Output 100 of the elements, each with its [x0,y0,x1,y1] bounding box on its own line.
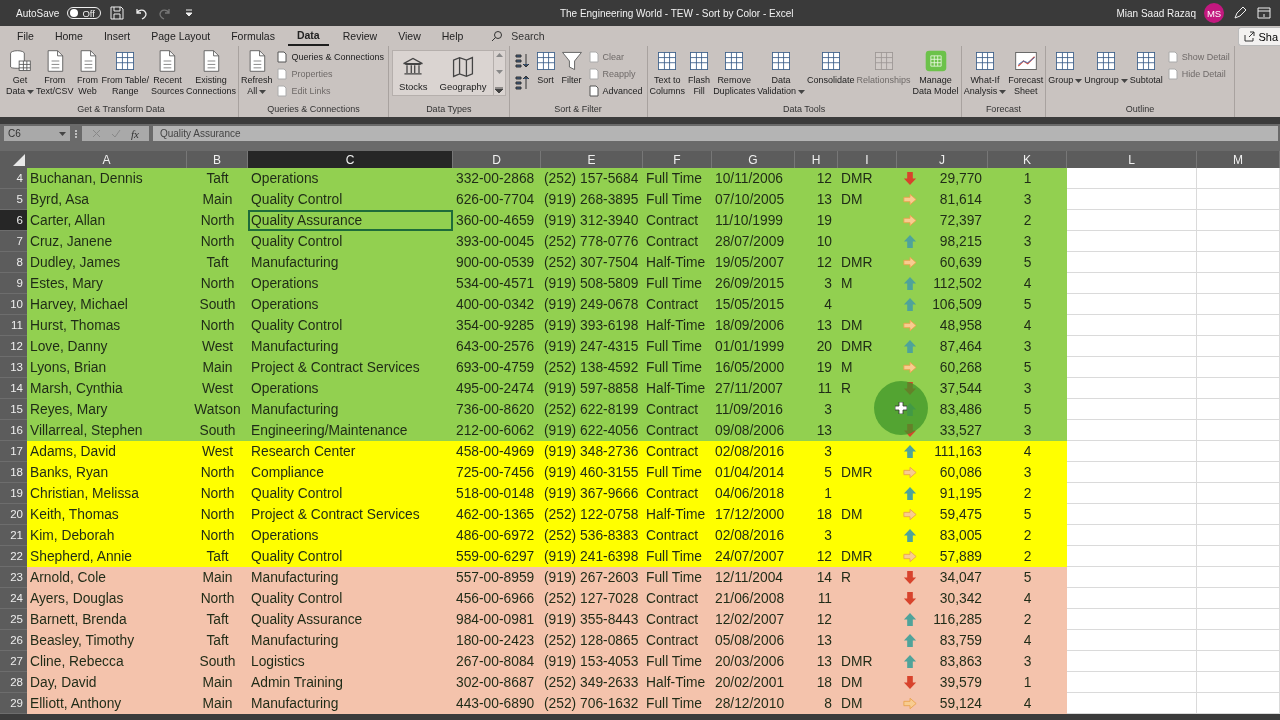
row-header[interactable]: 14 [0,378,27,399]
row-header[interactable]: 9 [0,273,27,294]
ribbon-button[interactable]: Flash Fill [686,49,713,97]
gallery-option[interactable]: Stocks [393,51,434,95]
sort-descending-icon[interactable] [513,75,530,91]
ribbon-button[interactable]: Filter [558,49,585,86]
ribbon-button[interactable]: Sort [532,49,559,86]
sort-ascending-icon[interactable] [513,53,530,69]
insert-function-button[interactable]: fx [131,127,139,140]
column-header[interactable]: F [643,151,712,168]
row-header[interactable]: 6 [0,210,27,231]
column-header[interactable]: I [838,151,897,168]
row-header[interactable]: 4 [0,168,27,189]
column-header[interactable]: L [1067,151,1197,168]
row-header[interactable]: 21 [0,525,27,546]
row-header[interactable]: 24 [0,588,27,609]
table-cell-text: Kim, Deborah [29,527,116,545]
ribbon-button[interactable]: Text to Columns [648,49,687,97]
table-cell-text: Half-Time [645,506,707,524]
formula-input[interactable]: Quality Assurance [152,126,1278,141]
ribbon-button[interactable]: Subtotal [1128,49,1164,86]
user-avatar[interactable]: MS [1204,3,1224,23]
column-header[interactable]: K [988,151,1067,168]
column-header[interactable]: B [187,151,248,168]
table-cell-text: Contract [645,401,700,419]
check-icon[interactable] [111,129,121,138]
ribbon-button[interactable]: Existing Connections [184,49,237,97]
ribbon-button[interactable]: From Text/CSV [35,49,75,97]
row-header[interactable]: 27 [0,651,27,672]
name-box[interactable]: C6 [4,126,70,141]
ribbon-button[interactable]: From Web [74,49,101,97]
ribbon-button[interactable]: Get Data [5,49,35,97]
pen-icon[interactable] [1232,5,1248,21]
row-header[interactable]: 8 [0,252,27,273]
ribbon-button[interactable]: Manage Data Model [911,49,960,97]
row-header[interactable]: 5 [0,189,27,210]
row-header[interactable]: 29 [0,693,27,714]
table-cell-text: 3 [1022,422,1033,440]
row-header[interactable]: 17 [0,441,27,462]
ribbon-button[interactable]: Consolidate [806,49,856,86]
row-header[interactable]: 28 [0,672,27,693]
table-cell-text: DM [840,674,864,692]
row-header[interactable]: 12 [0,336,27,357]
row-header[interactable]: 22 [0,546,27,567]
menu-tab[interactable]: View [387,26,431,46]
menu-tab[interactable]: Review [331,26,388,46]
ribbon-button[interactable]: Forecast Sheet [1007,49,1045,97]
table-cell: 106,509 [932,297,982,312]
row-header[interactable]: 18 [0,462,27,483]
row-header[interactable]: 20 [0,504,27,525]
column-header[interactable]: M [1197,151,1280,168]
table-cell-text: 24/07/2007 [714,548,786,566]
menu-tab[interactable]: Page Layout [140,26,221,46]
row-header[interactable]: 13 [0,357,27,378]
ribbon-small-button[interactable]: Advanced [586,83,644,99]
row-header[interactable]: 23 [0,567,27,588]
column-header[interactable]: H [795,151,838,168]
table-cell-text: Half-Time [645,317,707,335]
more-icon[interactable] [495,87,504,93]
ribbon-small-button[interactable]: Queries & Connections [275,49,386,65]
row-header[interactable]: 11 [0,315,27,336]
caret-icon [259,89,267,94]
table-cell-text: Contract [645,296,700,314]
column-header[interactable]: E [541,151,643,168]
table-cell-text: 3 [823,401,833,419]
document-icon [1166,51,1179,63]
ribbon-display-icon[interactable] [1256,5,1272,21]
column-header[interactable]: A [27,151,187,168]
ribbon-button[interactable]: From Table/ Range [100,49,150,97]
row-header[interactable]: 15 [0,399,27,420]
row-header[interactable]: 16 [0,420,27,441]
share-button[interactable]: Sha [1238,27,1280,46]
column-header[interactable]: G [712,151,795,168]
select-all-icon[interactable] [13,154,25,166]
ribbon-button[interactable]: Remove Duplicates [712,49,757,97]
ribbon-button[interactable]: Ungroup [1083,49,1129,86]
menu-tab[interactable]: Formulas [220,26,285,46]
search-field[interactable]: Search [491,30,545,42]
column-header[interactable]: J [897,151,988,168]
ribbon-button[interactable]: What-If Analysis [962,49,1008,97]
save-icon[interactable] [108,5,125,21]
document-icon [587,51,600,63]
menu-tab[interactable]: Help [430,26,474,46]
row-header[interactable]: 19 [0,483,27,504]
ribbon-button[interactable]: Group [1047,49,1084,86]
row-header[interactable]: 26 [0,630,27,651]
drag-handle-icon[interactable] [74,128,78,139]
ribbon-button[interactable]: Refresh All [239,49,274,97]
gallery-option[interactable]: Geography [433,51,493,95]
row-header[interactable]: 7 [0,231,27,252]
menu-tab[interactable]: Home [43,26,93,46]
ribbon-button[interactable]: Recent Sources [149,49,185,97]
ribbon-button[interactable]: Data Validation [756,49,807,97]
menu-tab[interactable]: Insert [92,26,141,46]
menu-tab[interactable]: File [6,26,44,46]
table-cell: 91,195 [939,486,982,501]
row-header[interactable]: 25 [0,609,27,630]
column-header[interactable]: D [453,151,541,168]
row-header[interactable]: 10 [0,294,27,315]
column-header[interactable]: C [248,151,453,168]
